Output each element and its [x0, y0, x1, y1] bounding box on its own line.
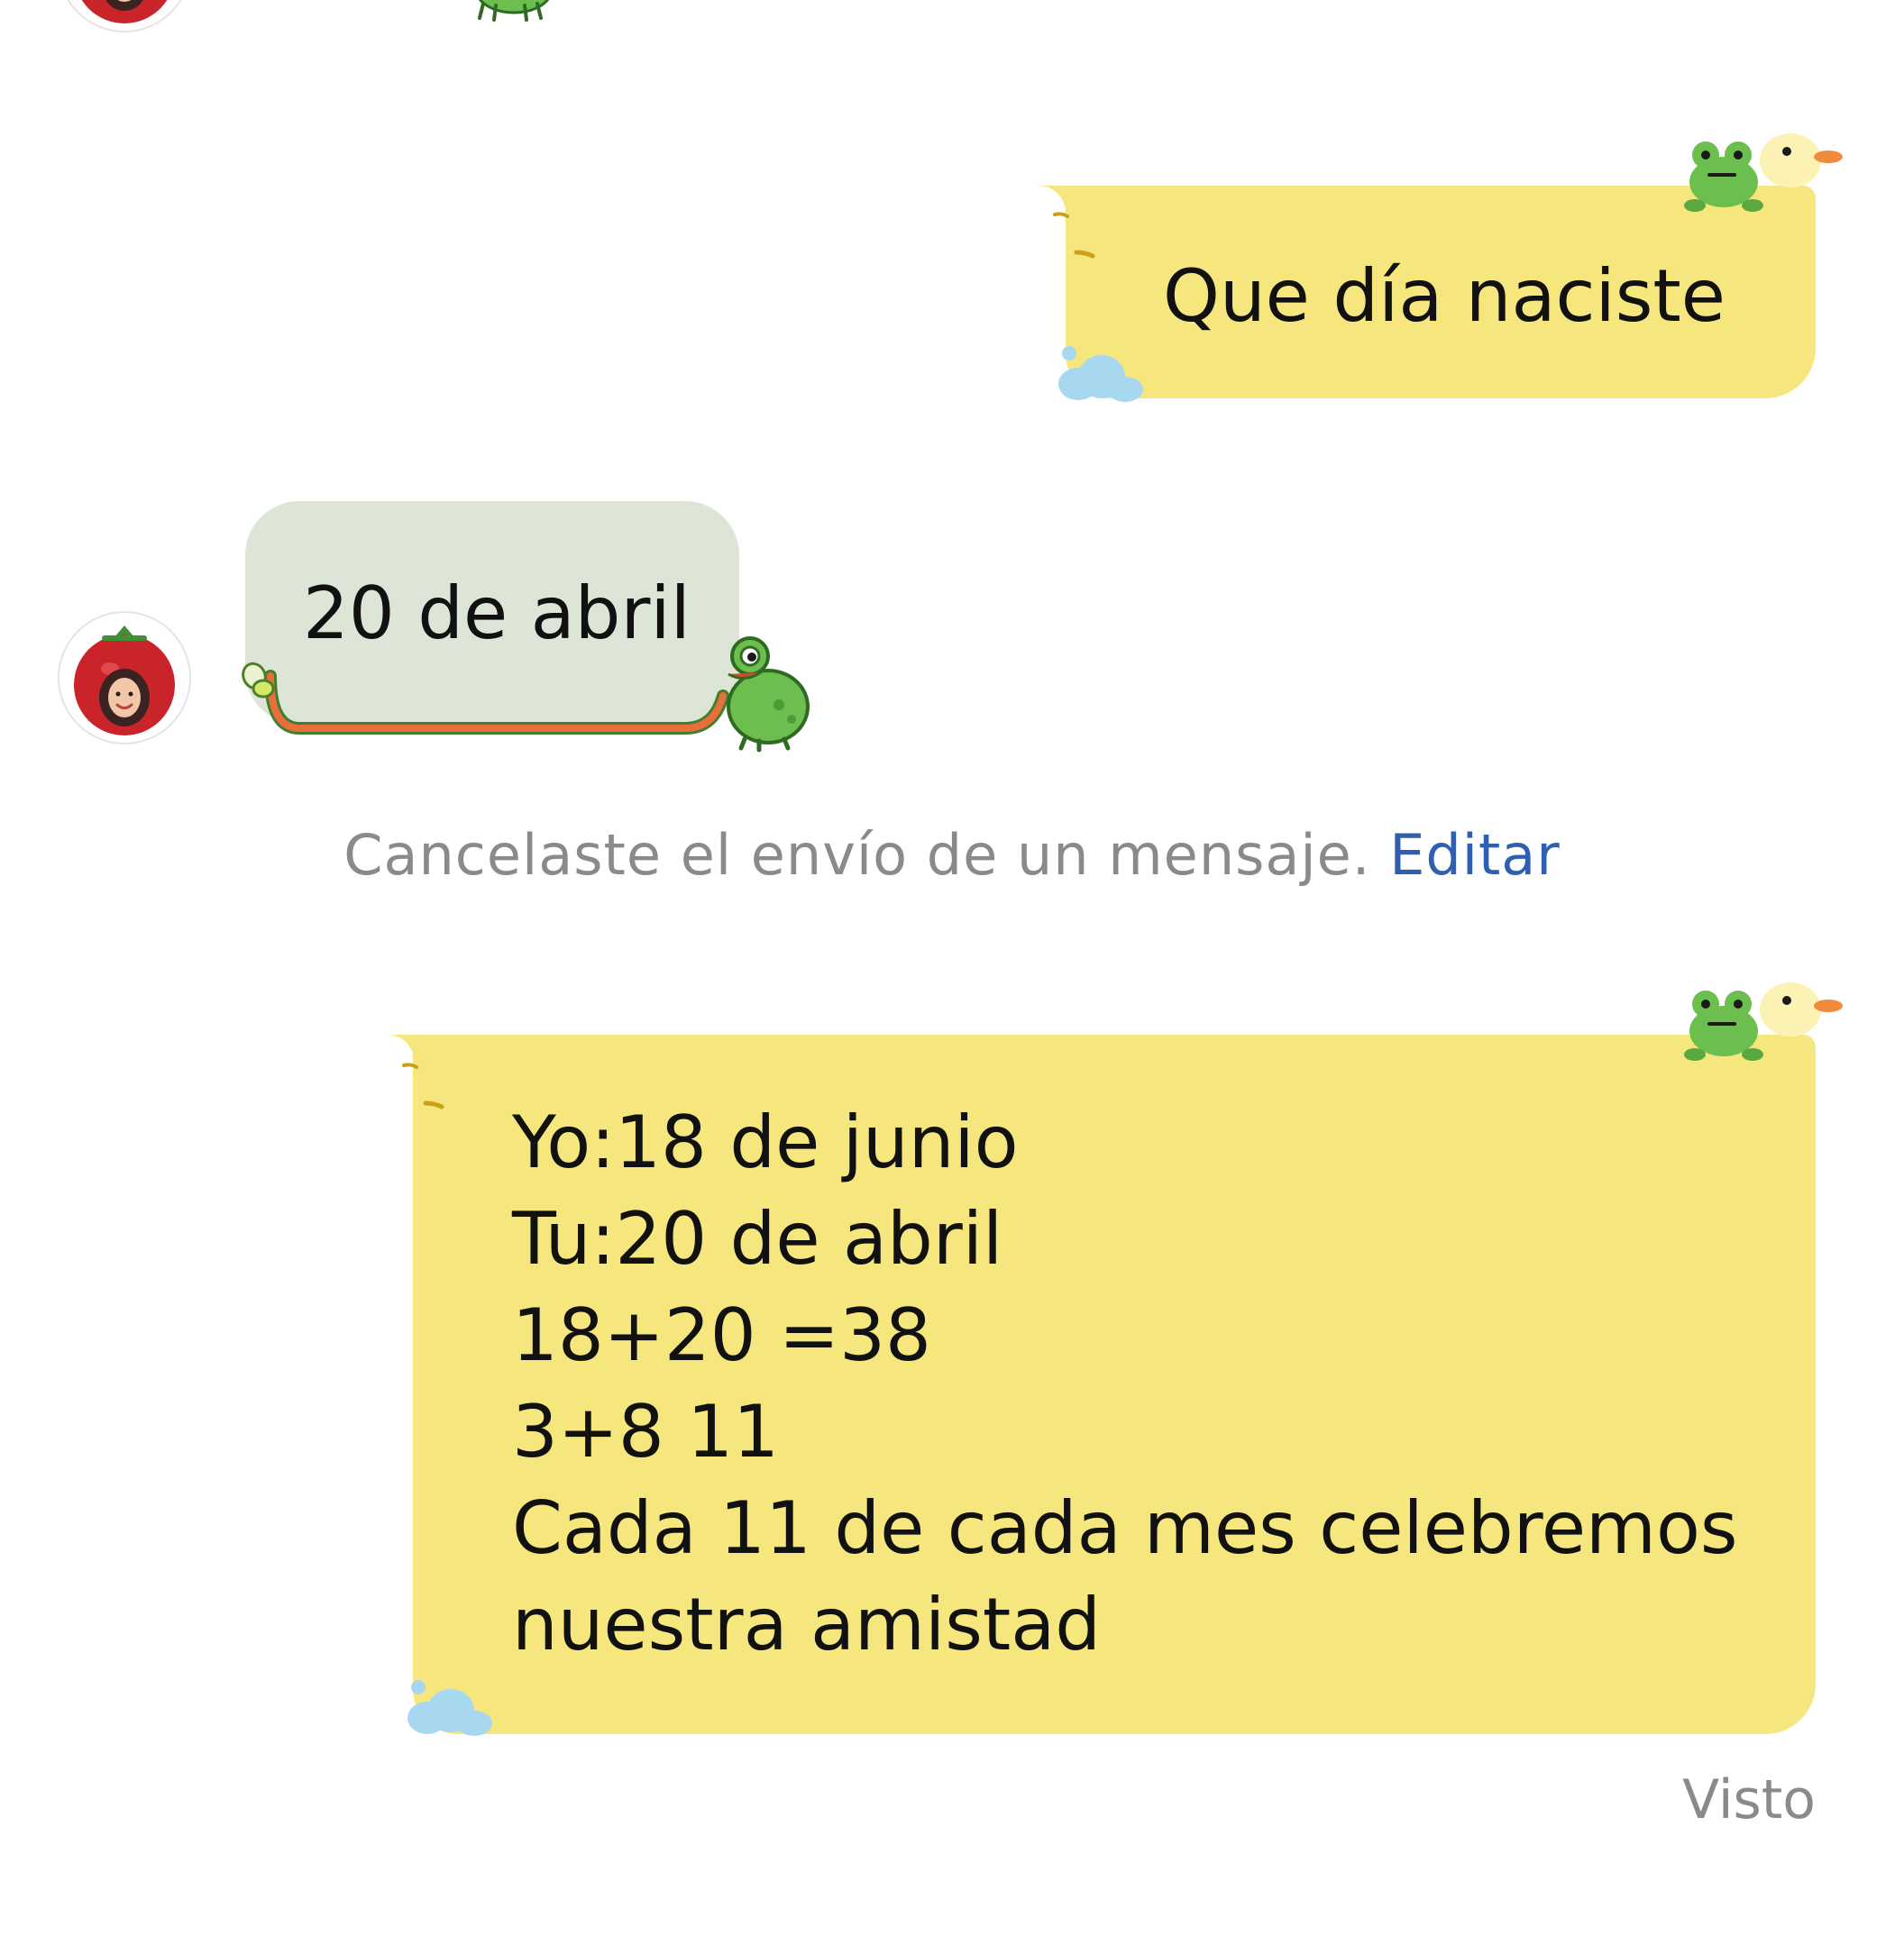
edit-link[interactable]: Editar: [1389, 822, 1561, 888]
message-line: nuestra amistad: [512, 1583, 1102, 1667]
contact-avatar[interactable]: [60, 0, 189, 31]
duck-head-notch-sticker: [1037, 186, 1100, 269]
message-text: Que día naciste: [1163, 254, 1726, 338]
outgoing-message-bubble[interactable]: Que día naciste: [1066, 186, 1816, 398]
message-line: Tu:20 de abril: [512, 1197, 1003, 1281]
frog-sticker-icon: [478, 0, 550, 22]
message-line: Cada 11 de cada mes celebremos: [512, 1486, 1738, 1570]
duck-sticker-icon: [1760, 133, 1843, 187]
cloud-sticker-icon: [407, 1680, 492, 1736]
message-text: 20 de abril: [303, 571, 691, 655]
seen-status: Visto: [1682, 1768, 1816, 1831]
duck-sticker-icon: [1760, 982, 1843, 1036]
message-text: Yo:18 de junio Tu:20 de abril 18+20 =38 …: [512, 1094, 1738, 1673]
tongue-border-sticker: [264, 670, 729, 735]
frog-sticker-icon: [1684, 991, 1763, 1061]
fly-sticker-icon: [242, 662, 275, 699]
notice-text: Cancelaste el envío de un mensaje.: [343, 822, 1371, 888]
cloud-sticker-icon: [1058, 346, 1143, 402]
chat-thread[interactable]: Que día naciste 20 de abril Cancelaste e…: [0, 0, 1904, 1936]
contact-avatar[interactable]: [60, 613, 189, 743]
message-line: 3+8 11: [512, 1390, 780, 1474]
frog-sticker-icon: [1684, 142, 1763, 212]
message-line: 18+20 =38: [512, 1293, 931, 1377]
frog-sticker-icon: [727, 636, 810, 753]
outgoing-message-bubble[interactable]: Yo:18 de junio Tu:20 de abril 18+20 =38 …: [413, 1035, 1816, 1734]
duck-head-notch-sticker: [386, 1035, 449, 1121]
message-line: Yo:18 de junio: [512, 1100, 1019, 1184]
unsent-message-notice: Cancelaste el envío de un mensaje. Edita…: [0, 822, 1904, 888]
